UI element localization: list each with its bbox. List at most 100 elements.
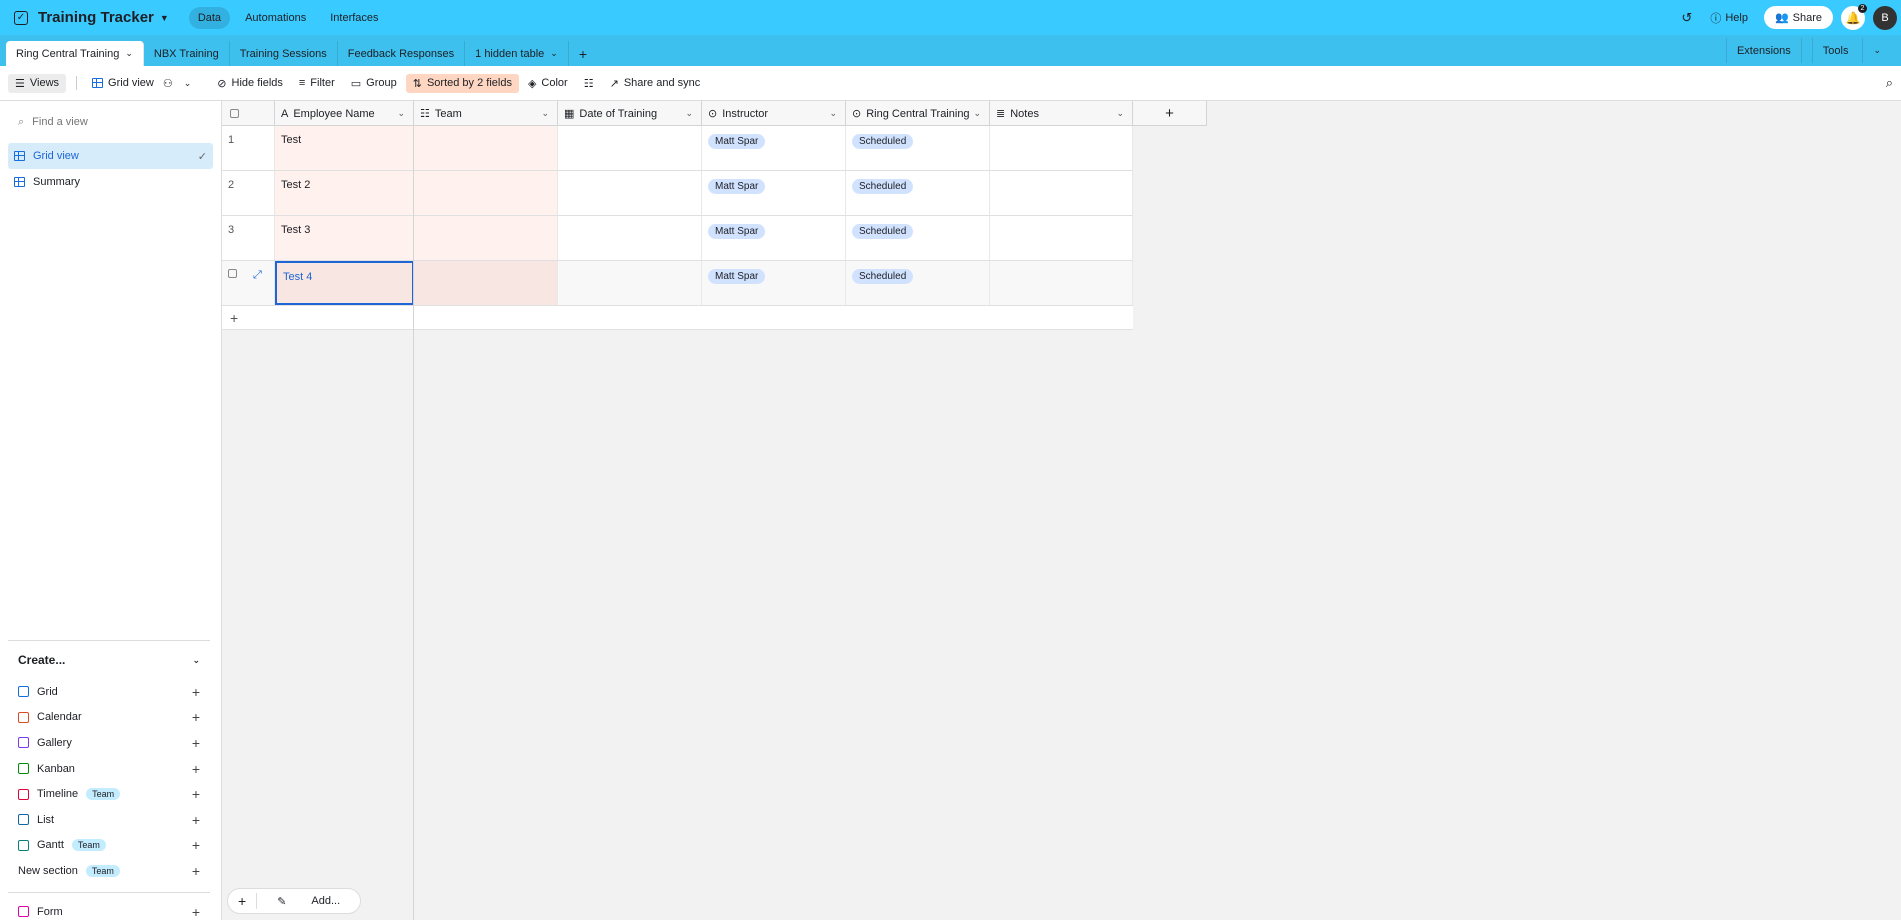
gantt-icon (18, 839, 29, 851)
create-title: Create... (18, 653, 66, 667)
hide-fields-button[interactable]: ⊘ Hide fields (210, 74, 290, 93)
cell-employee-name-focused[interactable]: Test 4 (275, 261, 414, 305)
cell-instructor[interactable]: Matt Spar (702, 171, 846, 215)
tab-ring-central-training[interactable]: Ring Central Training ⌄ (6, 41, 144, 66)
calendar-icon (18, 711, 29, 723)
create-new-section[interactable]: New section Team + (8, 858, 210, 884)
hidden-tables-dropdown[interactable]: 1 hidden table ⌄ (465, 41, 569, 66)
column-header-instructor[interactable]: ⊙ Instructor ⌄ (702, 101, 846, 126)
nav-automations[interactable]: Automations (236, 7, 315, 29)
cell-employee-name[interactable]: Test 2 (275, 171, 414, 215)
cell-date[interactable] (558, 126, 702, 170)
magic-wand-icon: ✎ (277, 895, 287, 908)
cell-instructor[interactable]: Matt Spar (702, 261, 846, 305)
grid-header-row: A Employee Name ⌄ ☷ Team ⌄ ▦ Date of Tra… (222, 101, 1207, 126)
sort-button[interactable]: ⇅ Sorted by 2 fields (405, 73, 519, 93)
cell-notes[interactable] (990, 126, 1133, 170)
cell-date[interactable] (558, 171, 702, 215)
column-header-team[interactable]: ☷ Team ⌄ (414, 101, 558, 126)
add-table-button[interactable]: + (569, 41, 597, 66)
nav-interfaces[interactable]: Interfaces (321, 7, 387, 29)
checkmark-icon: ✓ (197, 150, 207, 163)
select-all-checkbox[interactable] (222, 101, 275, 126)
cell-notes[interactable] (990, 171, 1133, 215)
cell-date[interactable] (558, 261, 702, 305)
table-row[interactable]: 3 Test 3 Matt Spar Scheduled (222, 216, 1133, 261)
cell-status[interactable]: Scheduled (846, 126, 990, 170)
cell-instructor[interactable]: Matt Spar (702, 216, 846, 260)
cell-status[interactable]: Scheduled (846, 216, 990, 260)
tools-button[interactable]: Tools ⌄ (1800, 38, 1901, 63)
help-button[interactable]: ⓘ Help (1710, 10, 1748, 26)
chevron-down-icon: ⌄ (125, 48, 133, 58)
cell-status[interactable]: Scheduled (846, 171, 990, 215)
find-view-input[interactable] (32, 116, 183, 128)
column-header-date-of-training[interactable]: ▦ Date of Training ⌄ (558, 101, 702, 126)
nav-data[interactable]: Data (188, 6, 231, 29)
table-row[interactable]: ⤢ Test 4 Matt Spar Scheduled (222, 261, 1133, 306)
view-label: Summary (33, 176, 81, 188)
add-field-button[interactable]: + (1133, 101, 1207, 126)
tab-training-sessions[interactable]: Training Sessions (230, 41, 338, 66)
notification-count: 2 (1858, 3, 1867, 13)
expand-icon[interactable]: ⤢ (253, 269, 262, 297)
tab-feedback-responses[interactable]: Feedback Responses (338, 41, 466, 66)
cell-status[interactable]: Scheduled (846, 261, 990, 305)
column-header-employee-name[interactable]: A Employee Name ⌄ (275, 101, 414, 126)
color-button[interactable]: ◈ Color (521, 74, 575, 93)
create-gantt[interactable]: Gantt Team + (8, 833, 210, 859)
share-sync-label: Share and sync (623, 77, 701, 89)
view-switcher-button[interactable]: Grid view ⚇ ⌄ (85, 74, 198, 93)
cell-notes[interactable] (990, 216, 1133, 260)
row-checkbox[interactable] (228, 269, 237, 278)
create-grid[interactable]: Grid + (8, 679, 210, 705)
avatar[interactable]: B (1873, 5, 1897, 30)
cell-instructor[interactable]: Matt Spar (702, 126, 846, 170)
cell-team[interactable] (414, 171, 558, 215)
row-height-button[interactable]: ☷ (577, 74, 601, 93)
cell-employee-name[interactable]: Test (275, 126, 414, 170)
create-header[interactable]: Create... ⌄ (8, 641, 210, 679)
plus-icon: + (191, 811, 200, 828)
notifications-button[interactable]: 🔔 2 (1841, 3, 1867, 30)
search-icon[interactable]: ⌕ (1886, 75, 1893, 91)
table-row[interactable]: 2 Test 2 Matt Spar Scheduled (222, 171, 1133, 216)
status-pill: Scheduled (852, 179, 914, 194)
add-label: Add... (311, 895, 341, 907)
filter-button[interactable]: ≡ Filter (292, 74, 342, 92)
base-logo-icon[interactable]: ✓ (14, 10, 28, 25)
cell-team[interactable] (414, 126, 558, 170)
cell-team[interactable] (414, 216, 558, 260)
cell-team[interactable] (414, 261, 558, 305)
create-form[interactable]: Form + (8, 899, 210, 920)
share-sync-button[interactable]: ↗ Share and sync (603, 74, 708, 93)
create-kanban[interactable]: Kanban + (8, 756, 210, 782)
add-record-button[interactable]: + (228, 893, 258, 909)
group-button[interactable]: ▭ Group (344, 74, 404, 93)
cell-date[interactable] (558, 216, 702, 260)
timeline-icon (18, 788, 29, 800)
sidebar-view-grid[interactable]: Grid view ✓ (8, 143, 213, 169)
cell-notes[interactable] (990, 261, 1133, 305)
extensions-button[interactable]: Extensions (1725, 38, 1801, 63)
history-icon[interactable]: ↺ (1681, 10, 1692, 26)
tab-nbx-training[interactable]: NBX Training (144, 41, 230, 66)
column-header-ring-central-training[interactable]: ⊙ Ring Central Training ⌄ (846, 101, 990, 126)
share-button[interactable]: 👥 Share (1763, 6, 1833, 29)
add-options-button[interactable]: ✎ Add... (257, 895, 360, 908)
sidebar-view-summary[interactable]: Summary (8, 169, 213, 195)
create-calendar[interactable]: Calendar + (8, 705, 210, 731)
table-row[interactable]: 1 Test Matt Spar Scheduled (222, 126, 1133, 171)
add-record-row[interactable]: + (222, 306, 1133, 330)
status-pill: Scheduled (852, 269, 914, 284)
instructor-pill: Matt Spar (708, 134, 766, 149)
views-toggle-button[interactable]: ☰ Views (8, 73, 67, 93)
chevron-down-icon[interactable]: ▼ (160, 13, 169, 23)
create-timeline[interactable]: Timeline Team + (8, 781, 210, 807)
create-list[interactable]: List + (8, 807, 210, 833)
cell-employee-name[interactable]: Test 3 (275, 216, 414, 260)
create-gallery[interactable]: Gallery + (8, 730, 210, 756)
column-header-notes[interactable]: ≣ Notes ⌄ (990, 101, 1133, 126)
frozen-column-divider[interactable] (413, 126, 414, 920)
base-title[interactable]: Training Tracker (38, 9, 154, 26)
